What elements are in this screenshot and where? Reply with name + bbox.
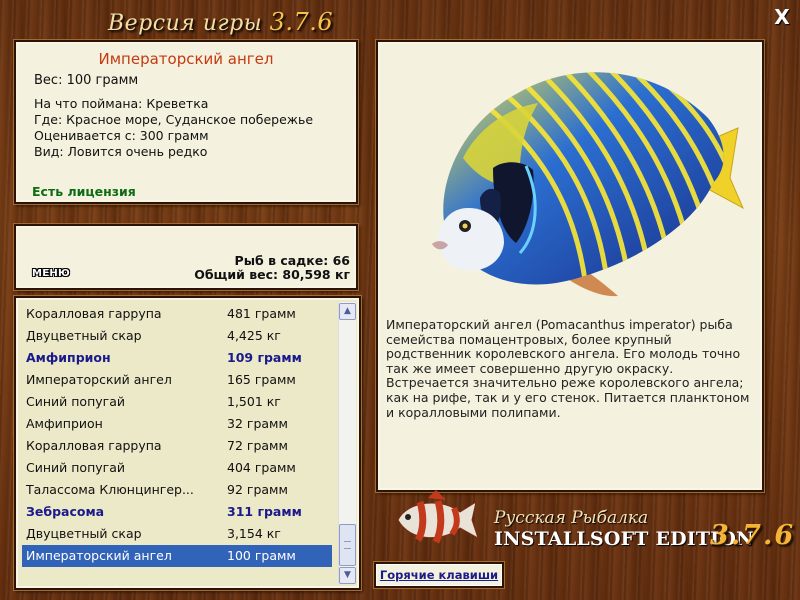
catch-fish-weight: 404 грамм xyxy=(227,460,296,475)
catch-list-row[interactable]: Коралловая гаррупа 481 грамм xyxy=(22,303,332,325)
version-label: Версия игры xyxy=(108,11,263,36)
scroll-up-arrow-icon[interactable]: ▲ xyxy=(339,303,356,320)
close-icon[interactable]: X xyxy=(772,6,792,28)
catch-list-row[interactable]: Талассома Клюнцингер... 92 грамм xyxy=(22,479,332,501)
logo-fish-icon xyxy=(397,490,479,544)
catch-fish-weight: 165 грамм xyxy=(227,372,296,387)
fish-preview-panel: Императорский ангел (Pomacanthus imperat… xyxy=(376,40,764,492)
catch-list-row[interactable]: Амфиприон 109 грамм xyxy=(22,347,332,369)
catch-list-row[interactable]: Двуцветный скар 4,425 кг xyxy=(22,325,332,347)
catch-fish-name: Талассома Клюнцингер... xyxy=(26,482,194,497)
catch-fish-weight: 1,501 кг xyxy=(227,394,281,409)
game-version-title: Версия игры 3.7.6 xyxy=(108,8,333,36)
license-status: Есть лицензия xyxy=(32,184,136,199)
catch-list-row[interactable]: Императорский ангел 165 грамм xyxy=(22,369,332,391)
catch-fish-name: Амфиприон xyxy=(26,416,103,431)
fish-location: Где: Красное море, Суданское побережье xyxy=(34,112,314,127)
scrollbar-thumb[interactable] xyxy=(339,524,356,566)
fish-weight: Вес: 100 грамм xyxy=(34,73,139,88)
catch-fish-weight: 100 грамм xyxy=(227,548,296,563)
logo-version: 3.7.6 xyxy=(710,520,796,551)
catch-fish-weight: 311 грамм xyxy=(227,504,302,519)
catch-fish-name: Коралловая гаррупа xyxy=(26,438,162,453)
menu-button[interactable]: МЕНЮ xyxy=(32,268,70,279)
catch-fish-weight: 3,154 кг xyxy=(227,526,281,541)
fish-description: Императорский ангел (Pomacanthus imperat… xyxy=(386,317,750,420)
fish-valued-from: Оценивается с: 300 грамм xyxy=(34,128,209,143)
catch-fish-name: Двуцветный скар xyxy=(26,328,142,343)
catch-list-row[interactable]: Коралловая гаррупа 72 грамм xyxy=(22,435,332,457)
catch-fish-name: Двуцветный скар xyxy=(26,526,142,541)
catch-list-row[interactable]: Синий попугай 1,501 кг xyxy=(22,391,332,413)
version-number: 3.7.6 xyxy=(269,8,334,36)
fish-in-cage: Рыб в садке: 66 xyxy=(234,253,350,268)
catch-fish-name: Коралловая гаррупа xyxy=(26,306,162,321)
fish-info-panel: Императорский ангел Вес: 100 грамм На чт… xyxy=(14,40,358,204)
catch-fish-name: Синий попугай xyxy=(26,460,125,475)
catch-fish-name: Синий попугай xyxy=(26,394,125,409)
fish-details: На что поймана: Креветка Где: Красное мо… xyxy=(34,96,313,160)
catch-list-row[interactable]: Синий попугай 404 грамм xyxy=(22,457,332,479)
catch-fish-name: Зебрасома xyxy=(26,504,105,519)
catch-fish-name: Амфиприон xyxy=(26,350,111,365)
catch-fish-name: Императорский ангел xyxy=(26,372,172,387)
catch-list: Коралловая гаррупа 481 грамм Двуцветный ск… xyxy=(22,303,332,567)
stats-panel: МЕНЮ Рыб в садке: 66 Общий вес: 80,598 к… xyxy=(14,224,358,290)
catch-list-panel: Коралловая гаррупа 481 грамм Двуцветный ск… xyxy=(14,296,361,590)
catch-fish-weight: 32 грамм xyxy=(227,416,288,431)
catch-fish-weight: 109 грамм xyxy=(227,350,302,365)
catch-fish-weight: 481 грамм xyxy=(227,306,296,321)
catch-list-row[interactable]: Амфиприон 32 грамм xyxy=(22,413,332,435)
scroll-down-arrow-icon[interactable]: ▼ xyxy=(339,567,356,584)
catch-list-row[interactable]: Зебрасома 311 грамм xyxy=(22,501,332,523)
fish-name: Императорский ангел xyxy=(98,50,274,68)
catch-fish-weight: 4,425 кг xyxy=(227,328,281,343)
catch-list-row[interactable]: Двуцветный скар 3,154 кг xyxy=(22,523,332,545)
list-scrollbar[interactable]: ▲ ▼ xyxy=(338,302,356,584)
total-weight: Общий вес: 80,598 кг xyxy=(194,267,350,282)
emperor-angelfish-image xyxy=(432,72,745,297)
fish-bait: На что поймана: Креветка xyxy=(34,96,209,111)
catch-fish-name: Императорский ангел xyxy=(26,548,172,563)
catch-list-row[interactable]: Императорский ангел 100 грамм xyxy=(22,545,332,567)
hotkeys-button[interactable]: Горячие клавиши xyxy=(374,562,504,588)
catch-fish-weight: 92 грамм xyxy=(227,482,288,497)
catch-fish-weight: 72 грамм xyxy=(227,438,288,453)
logo-game-title: Русская Рыбалка xyxy=(494,508,649,528)
fish-rarity: Вид: Ловится очень редко xyxy=(34,144,208,159)
